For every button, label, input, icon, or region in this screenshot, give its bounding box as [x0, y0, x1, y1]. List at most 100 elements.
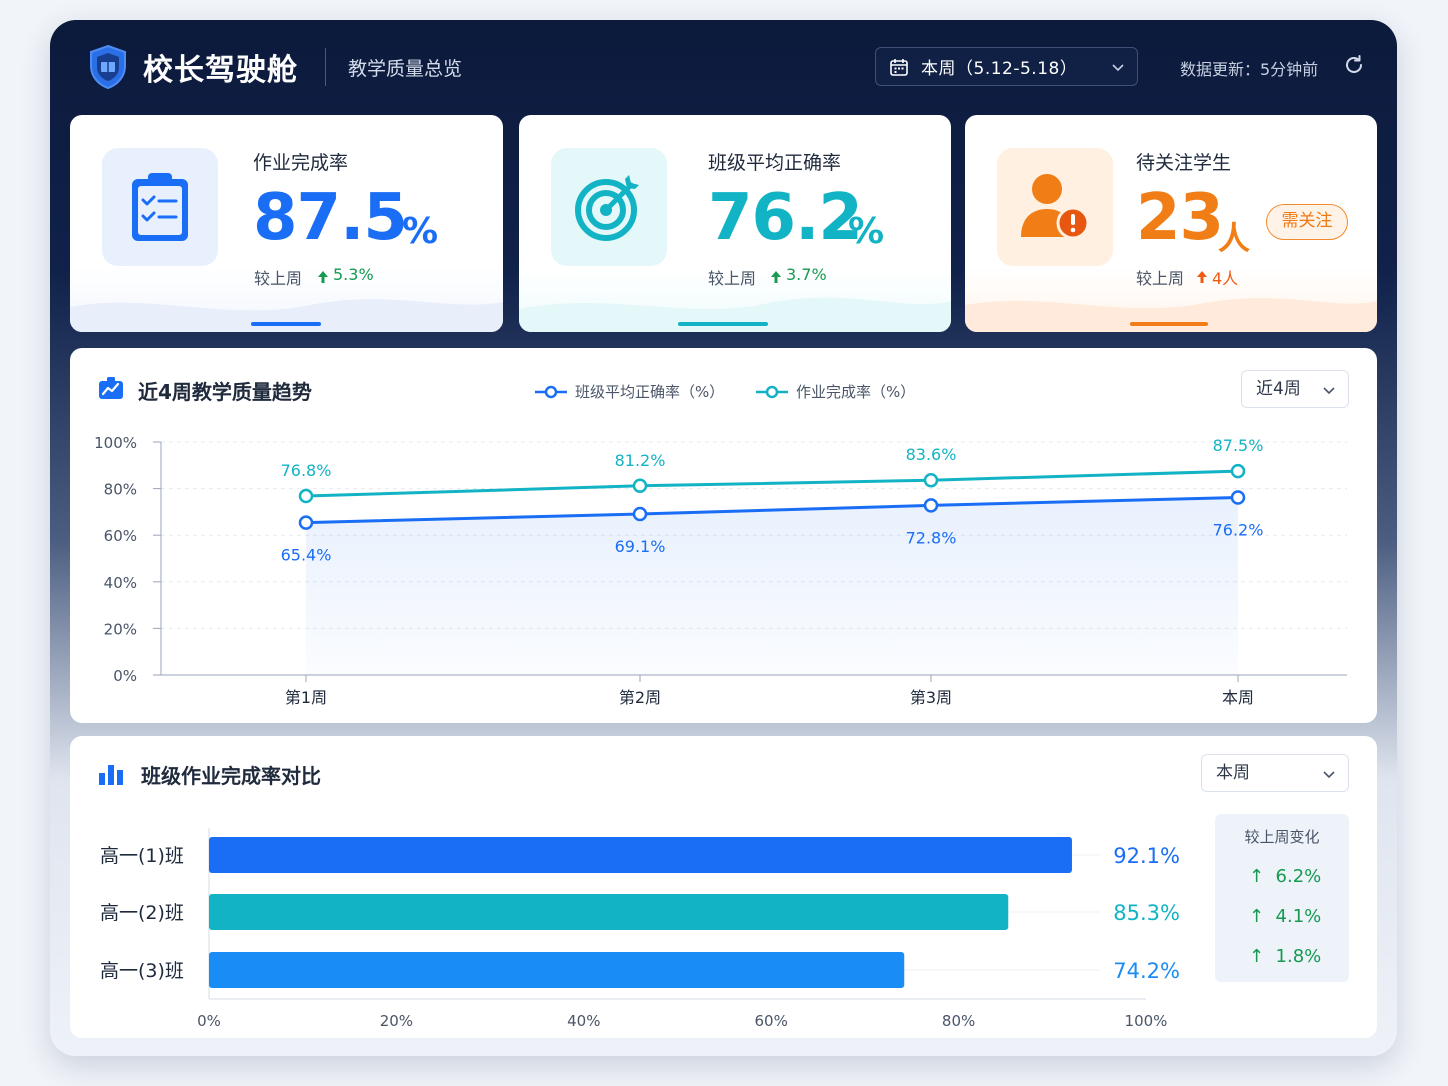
x-tick-label: 80%	[942, 1012, 975, 1030]
weekly-change-value: 6.2%	[1275, 866, 1322, 887]
weekly-change-value: 4.1%	[1275, 906, 1322, 927]
data-point	[1230, 490, 1246, 505]
data-point	[632, 506, 648, 522]
y-tick-label: 40%	[104, 574, 137, 592]
kpi-unit: %	[848, 211, 885, 252]
kpi-compare-label: 较上周	[1136, 269, 1185, 288]
kpi-delta: 5.3%	[333, 265, 374, 284]
kpi-label: 作业完成率	[253, 152, 349, 174]
category-label: 高一(2)班	[100, 902, 184, 924]
x-tick-label: 0%	[197, 1012, 221, 1030]
data-label: 72.8%	[906, 528, 957, 547]
kpi-card-attention[interactable]: 待关注学生 23 人 需关注 较上周 4人	[965, 115, 1377, 332]
x-tick-label: 第3周	[910, 688, 952, 707]
weekly-change-title: 较上周变化	[1244, 828, 1320, 846]
data-point	[923, 472, 939, 488]
y-tick-label: 20%	[104, 620, 137, 638]
kpi-accent-bar	[251, 322, 321, 326]
x-tick-label: 100%	[1125, 1012, 1168, 1030]
target-icon	[575, 175, 639, 241]
bar	[209, 894, 1009, 930]
kpi-icon-box	[102, 148, 218, 266]
kpi-unit: %	[402, 211, 439, 252]
bar	[209, 952, 905, 988]
y-tick-label: 60%	[104, 527, 137, 545]
shield-logo-icon	[90, 44, 126, 90]
update-status: 数据更新：5分钟前	[1180, 60, 1319, 79]
kpi-icon-box	[997, 148, 1113, 266]
category-label: 高一(3)班	[100, 960, 184, 982]
week-selector[interactable]: 本周（5.12-5.18）	[875, 47, 1138, 86]
y-tick-label: 100%	[94, 434, 137, 452]
title-divider	[325, 48, 326, 86]
weekly-change-row: ↑ 6.2%	[1249, 866, 1321, 887]
app-title: 校长驾驶舱	[143, 53, 298, 88]
week-selector-label: 本周（5.12-5.18）	[921, 59, 1078, 79]
kpi-delta: 3.7%	[786, 265, 827, 284]
class-compare-range-select[interactable]: 本周	[1201, 754, 1349, 792]
class-compare-range-value: 本周	[1216, 763, 1250, 783]
kpi-compare-label: 较上周	[708, 269, 757, 288]
trend-line-chart: 0% 20% 40% 60% 80% 100% 第1周 第2周 第3周 本周 65.4% 69.1% 7…	[94, 434, 1347, 707]
kpi-card-homework[interactable]: 作业完成率 87.5 % 较上周 5.3%	[70, 115, 503, 332]
x-tick-label: 第1周	[285, 688, 327, 707]
y-tick-label: 0%	[113, 667, 137, 685]
header: 校长驾驶舱 教学质量总览 本周（5.12-5.18） 数据更新：5分钟前	[50, 20, 1397, 115]
arrow-up-icon	[318, 271, 328, 283]
kpi-value: 87.5	[253, 181, 408, 255]
data-point	[632, 478, 648, 494]
category-label: 高一(1)班	[100, 845, 184, 867]
data-label: 81.2%	[615, 451, 666, 470]
dashboard-frame: 校长驾驶舱 教学质量总览 本周（5.12-5.18） 数据更新：5分钟前 作业完…	[50, 20, 1397, 1056]
kpi-value: 23	[1136, 181, 1224, 255]
weekly-change-value: 1.8%	[1275, 946, 1322, 967]
kpi-card-accuracy[interactable]: 班级平均正确率 76.2 % 较上周 3.7%	[519, 115, 951, 332]
kpi-unit: 人	[1218, 219, 1251, 257]
x-tick-label: 60%	[755, 1012, 788, 1030]
series-line	[305, 469, 1239, 498]
user-alert-icon	[1021, 174, 1090, 240]
kpi-value: 76.2	[708, 181, 863, 255]
kpi-label: 班级平均正确率	[708, 152, 842, 174]
kpi-delta: 4人	[1212, 269, 1239, 288]
calendar-icon	[890, 58, 908, 76]
bar-value-label: 74.2%	[1113, 959, 1180, 983]
x-tick-label: 本周	[1222, 688, 1254, 707]
class-bar-chart: 高一(1)班 92.1% 高一(2)班 85.3% 高一(3)班 74.2% 0% 20% 40…	[100, 828, 1180, 1030]
bar-value-label: 85.3%	[1113, 901, 1180, 925]
y-tick-label: 80%	[104, 481, 137, 499]
data-point	[298, 488, 314, 504]
data-label: 87.5%	[1213, 436, 1264, 455]
arrow-up-icon	[771, 271, 781, 283]
x-tick-label: 40%	[567, 1012, 600, 1030]
accuracy-area	[306, 497, 1238, 675]
data-label: 65.4%	[281, 546, 332, 565]
arrow-up-icon: ↑	[1249, 946, 1265, 967]
data-label: 76.8%	[281, 461, 332, 480]
bar	[209, 837, 1072, 873]
weekly-change-row: ↑ 1.8%	[1249, 946, 1321, 967]
weekly-change-row: ↑ 4.1%	[1249, 906, 1321, 927]
refresh-icon[interactable]	[1343, 54, 1365, 76]
data-label: 69.1%	[615, 537, 666, 556]
data-label: 76.2%	[1213, 520, 1264, 539]
data-point	[1230, 463, 1246, 479]
data-point	[923, 498, 939, 513]
attention-badge: 需关注	[1266, 204, 1348, 240]
arrow-up-icon: ↑	[1249, 866, 1265, 887]
kpi-accent-bar	[1130, 322, 1208, 326]
kpi-label: 待关注学生	[1136, 152, 1232, 174]
x-tick-label: 第2周	[619, 688, 661, 707]
x-tick-label: 20%	[380, 1012, 413, 1030]
kpi-compare-label: 较上周	[254, 269, 303, 288]
data-label: 83.6%	[906, 445, 957, 464]
kpi-icon-box	[551, 148, 667, 266]
trend-card: 近4周教学质量趋势 班级平均正确率（%） 作业完成率（%） 近4周 0% 20% 4…	[70, 348, 1377, 723]
page-subtitle: 教学质量总览	[348, 58, 463, 80]
chevron-down-icon	[1323, 771, 1335, 779]
kpi-accent-bar	[678, 322, 768, 326]
weekly-change-panel: 较上周变化 ↑ 6.2% ↑ 4.1% ↑ 1.8%	[1215, 814, 1349, 982]
class-compare-card: 班级作业完成率对比 本周 高一(1)班 92.1% 高一(2)班 85.3% 高一(3)…	[70, 736, 1377, 1038]
chevron-down-icon	[1112, 64, 1124, 72]
arrow-up-icon: ↑	[1249, 906, 1265, 927]
